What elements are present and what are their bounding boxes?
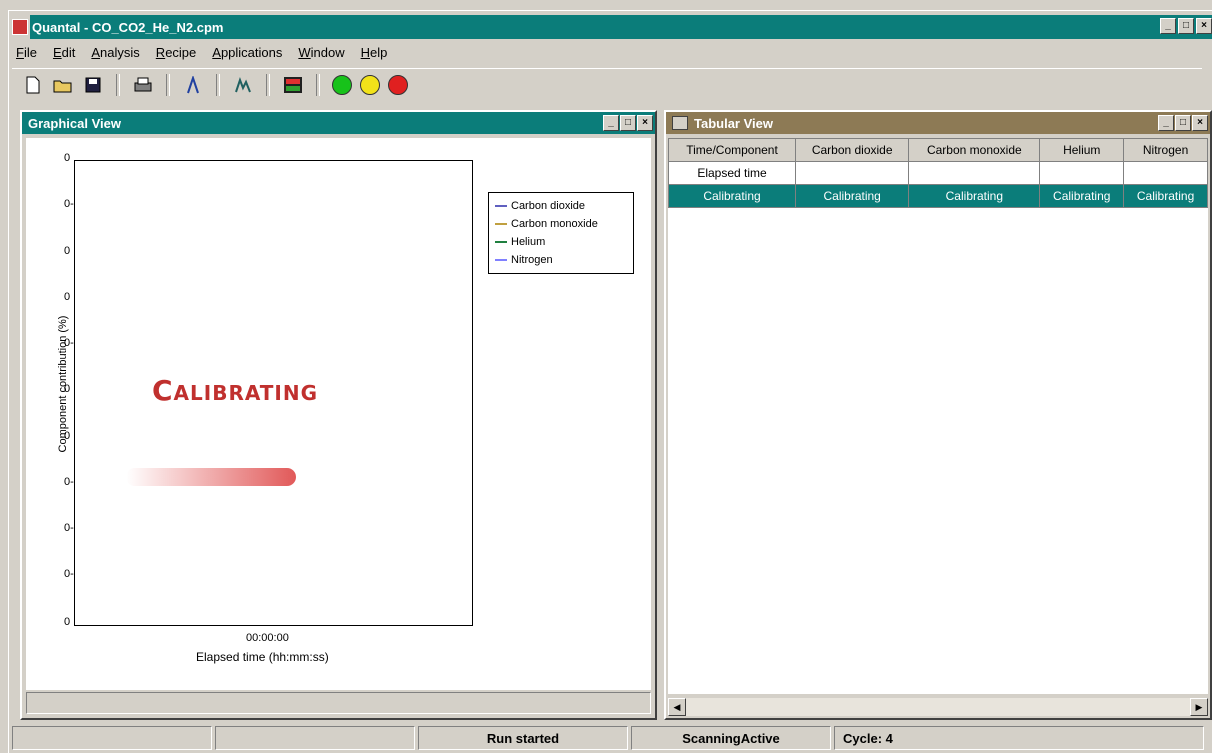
menu-bar: File Edit Analysis Recipe Applications W… xyxy=(14,41,389,63)
table-cell[interactable]: Calibrating xyxy=(795,184,910,208)
scroll-left-button[interactable]: ◀ xyxy=(668,698,686,716)
legend-item: Helium xyxy=(495,233,627,251)
toolbar-separator xyxy=(216,73,220,96)
column-header[interactable]: Time/Component xyxy=(667,138,797,162)
table-row[interactable]: Elapsed time xyxy=(667,161,1208,185)
legend-item: Carbon monoxide xyxy=(495,215,627,233)
menu-window[interactable]: Window xyxy=(296,45,346,60)
calibrating-progress-animation xyxy=(126,468,296,486)
y-tick-label: 0- xyxy=(64,522,74,534)
start-light[interactable] xyxy=(332,74,352,95)
toolbar-separator xyxy=(166,73,170,96)
y-axis-label: Component contribution (%) xyxy=(57,315,69,453)
stop-light[interactable] xyxy=(388,74,408,95)
y-tick-label: 0 xyxy=(64,245,71,257)
column-header[interactable]: Helium xyxy=(1039,138,1125,162)
tabular-view-window: Tabular View _ □ × Time/Component Carbon… xyxy=(664,110,1212,720)
tabular-view-titlebar: Tabular View _ □ × xyxy=(666,112,1210,134)
toolbar-separator xyxy=(266,73,270,96)
table-cell[interactable]: Calibrating xyxy=(667,184,797,208)
table-cell[interactable]: Elapsed time xyxy=(667,161,797,185)
pause-light[interactable] xyxy=(360,74,380,95)
menu-recipe[interactable]: Recipe xyxy=(154,45,198,60)
toolbar-separator xyxy=(116,73,120,96)
table-icon xyxy=(672,116,688,130)
table-cell[interactable] xyxy=(908,161,1041,185)
legend: Carbon dioxide Carbon monoxide Helium Ni… xyxy=(488,192,634,274)
y-tick-label: 0- xyxy=(64,198,74,210)
menu-applications[interactable]: Applications xyxy=(210,45,284,60)
data-grid[interactable]: Time/Component Carbon dioxide Carbon mon… xyxy=(667,138,1208,694)
new-icon[interactable] xyxy=(22,74,44,96)
status-scan-state: ScanningActive xyxy=(631,726,831,750)
status-bar: Run started ScanningActive Cycle: 4 xyxy=(12,726,1212,753)
maximize-button[interactable]: □ xyxy=(1175,115,1191,131)
y-tick-label: 0 xyxy=(64,152,71,164)
close-button[interactable]: × xyxy=(1196,18,1212,34)
x-axis-label: Elapsed time (hh:mm:ss) xyxy=(196,650,329,664)
column-header[interactable]: Carbon monoxide xyxy=(908,138,1041,162)
status-cell xyxy=(12,726,212,750)
app-icon xyxy=(12,19,28,35)
table-cell[interactable] xyxy=(795,161,910,185)
column-header[interactable]: Nitrogen xyxy=(1123,138,1208,162)
menu-help[interactable]: Help xyxy=(359,45,390,60)
window-title: Quantal - CO_CO2_He_N2.cpm xyxy=(32,19,224,35)
minimize-button[interactable]: _ xyxy=(1160,18,1176,34)
graphical-view-window: Graphical View _ □ × 0 0- 0 0 0- 0 0 0- … xyxy=(20,110,657,720)
toolbar xyxy=(12,68,1202,100)
minimize-button[interactable]: _ xyxy=(1158,115,1174,131)
menu-analysis[interactable]: Analysis xyxy=(89,45,141,60)
table-cell[interactable]: Calibrating xyxy=(908,184,1041,208)
scroll-right-button[interactable]: ▶ xyxy=(1190,698,1208,716)
close-button[interactable]: × xyxy=(637,115,653,131)
tabular-view-title: Tabular View xyxy=(694,115,773,131)
menu-file[interactable]: File xyxy=(14,45,39,60)
x-tick-label: 00:00:00 xyxy=(246,632,289,644)
title-bar: Quantal - CO_CO2_He_N2.cpm _ □ × xyxy=(12,15,1212,39)
graphical-view-titlebar: Graphical View _ □ × xyxy=(22,112,655,134)
graph-canvas: 0 0- 0 0 0- 0 0 0- 0- 0- 0 Component con… xyxy=(26,138,651,690)
horizontal-scrollbar[interactable]: ◀ ▶ xyxy=(668,698,1208,716)
table-cell[interactable]: Calibrating xyxy=(1039,184,1125,208)
status-cycle: Cycle: 4 xyxy=(834,726,1204,750)
table-cell[interactable]: Calibrating xyxy=(1123,184,1208,208)
close-button[interactable]: × xyxy=(1192,115,1208,131)
save-icon[interactable] xyxy=(82,74,104,96)
calibrating-overlay: Calibrating xyxy=(152,374,319,407)
graph-status-bar xyxy=(26,692,651,714)
legend-item: Nitrogen xyxy=(495,251,627,269)
y-tick-label: 0- xyxy=(64,568,74,580)
peak-icon[interactable] xyxy=(232,74,254,96)
table-row-selected[interactable]: Calibrating Calibrating Calibrating Cali… xyxy=(667,184,1208,208)
table-cell[interactable] xyxy=(1039,161,1125,185)
legend-item: Carbon dioxide xyxy=(495,197,627,215)
tune-icon[interactable] xyxy=(182,74,204,96)
column-header[interactable]: Carbon dioxide xyxy=(795,138,910,162)
status-run-state: Run started xyxy=(418,726,628,750)
y-tick-label: 0- xyxy=(64,476,74,488)
table-cell[interactable] xyxy=(1123,161,1208,185)
open-icon[interactable] xyxy=(52,74,74,96)
status-cell xyxy=(215,726,415,750)
minimize-button[interactable]: _ xyxy=(603,115,619,131)
maximize-button[interactable]: □ xyxy=(1178,18,1194,34)
y-tick-label: 0 xyxy=(64,616,71,628)
menu-edit[interactable]: Edit xyxy=(51,45,77,60)
graphical-view-title: Graphical View xyxy=(28,115,121,131)
table-header-row: Time/Component Carbon dioxide Carbon mon… xyxy=(667,138,1208,162)
toolbar-separator xyxy=(316,73,320,96)
maximize-button[interactable]: □ xyxy=(620,115,636,131)
print-icon[interactable] xyxy=(132,74,154,96)
recipe-icon[interactable] xyxy=(282,74,304,96)
